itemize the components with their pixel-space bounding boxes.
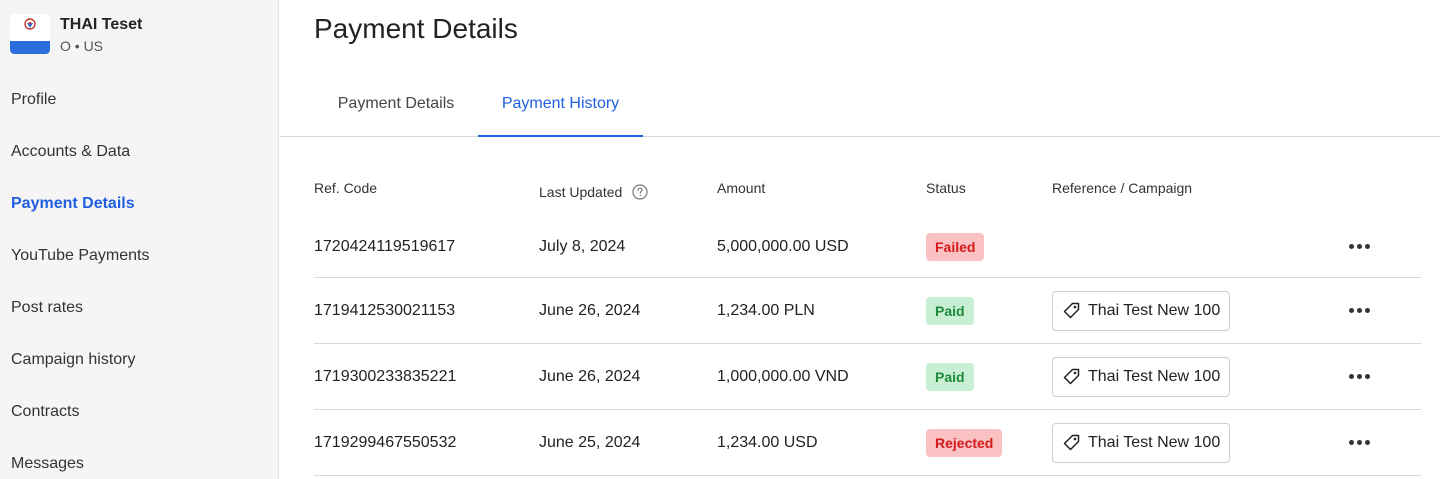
tab-payment-history[interactable]: Payment History	[478, 72, 643, 137]
brand-logo-icon	[24, 18, 36, 30]
row-actions	[1344, 278, 1374, 343]
campaign-name: Thai Test New 100	[1088, 367, 1221, 385]
tag-icon	[1063, 434, 1080, 450]
amount: 1,000,000.00 VND	[717, 367, 849, 385]
tag-icon	[1063, 368, 1080, 384]
header-amount: Amount	[717, 180, 765, 196]
sidebar: THAI Teset O • US Profile Accounts & Dat…	[0, 0, 279, 479]
sidebar-item-accounts-data[interactable]: Accounts & Data	[0, 126, 278, 178]
avatar	[10, 14, 50, 54]
ref-code: 1719299467550532	[314, 433, 457, 451]
help-circle-icon[interactable]	[632, 184, 648, 200]
status-cell: Rejected	[926, 410, 1003, 475]
header-ref-code: Ref. Code	[314, 180, 377, 196]
campaign-cell: Thai Test New 100	[1052, 344, 1231, 409]
more-horizontal-icon[interactable]	[1348, 308, 1370, 313]
header-status: Status	[926, 180, 966, 196]
sidebar-item-profile[interactable]: Profile	[0, 74, 278, 126]
tab-bar: Payment Details Payment History	[280, 72, 1440, 137]
more-horizontal-icon[interactable]	[1348, 244, 1370, 249]
header-ref-code-label: Ref. Code	[314, 180, 378, 196]
row-actions	[1344, 344, 1374, 409]
status-badge: Failed	[926, 232, 985, 261]
row-actions	[1344, 410, 1374, 475]
tag-icon	[1063, 302, 1080, 318]
status-badge: Rejected	[926, 428, 1003, 457]
table-row: 1720424119519617 July 8, 2024 5,000,000.…	[314, 216, 1421, 278]
amount: 1,234.00 PLN	[717, 301, 815, 319]
sidebar-item-youtube-payments[interactable]: YouTube Payments	[0, 230, 278, 282]
campaign-chip[interactable]: Thai Test New 100	[1052, 356, 1231, 397]
amount: 5,000,000.00 USD	[717, 237, 849, 255]
ref-code: 1719300233835221	[314, 367, 457, 385]
status-cell: Paid	[926, 344, 974, 409]
header-last-updated: Last Updated	[539, 184, 648, 200]
row-actions	[1344, 216, 1374, 277]
last-updated: June 26, 2024	[539, 301, 641, 319]
last-updated: June 25, 2024	[539, 433, 641, 451]
page-title: Payment Details	[314, 13, 518, 44]
sidebar-nav: Profile Accounts & Data Payment Details …	[0, 74, 278, 479]
campaign-cell: Thai Test New 100	[1052, 410, 1231, 475]
tab-payment-details[interactable]: Payment Details	[314, 72, 478, 136]
header-status-label: Status	[926, 180, 966, 196]
header-campaign-label: Reference / Campaign	[1052, 180, 1193, 196]
status-badge: Paid	[926, 362, 974, 391]
sidebar-item-messages[interactable]: Messages	[0, 438, 278, 479]
status-badge: Paid	[926, 296, 974, 325]
campaign-chip[interactable]: Thai Test New 100	[1052, 290, 1231, 331]
more-horizontal-icon[interactable]	[1348, 440, 1370, 445]
table-row: 1719299467550532 June 25, 2024 1,234.00 …	[314, 410, 1421, 476]
campaign-cell: Thai Test New 100	[1052, 278, 1231, 343]
table-row: 1719412530021153 June 26, 2024 1,234.00 …	[314, 278, 1421, 344]
profile-name: THAI Teset	[60, 16, 143, 33]
campaign-chip[interactable]: Thai Test New 100	[1052, 422, 1231, 463]
profile-header[interactable]: THAI Teset O • US	[10, 14, 142, 54]
profile-subtitle: O • US	[60, 38, 104, 54]
table-header: Ref. Code Last Updated Amount Status Ref…	[314, 160, 1421, 216]
last-updated: June 26, 2024	[539, 367, 641, 385]
campaign-name: Thai Test New 100	[1088, 433, 1221, 451]
status-cell: Failed	[926, 216, 985, 277]
last-updated: July 8, 2024	[539, 237, 626, 255]
sidebar-item-payment-details[interactable]: Payment Details	[0, 178, 278, 230]
status-cell: Paid	[926, 278, 974, 343]
sidebar-item-contracts[interactable]: Contracts	[0, 386, 278, 438]
ref-code: 1719412530021153	[314, 301, 456, 319]
payment-history-table: Ref. Code Last Updated Amount Status Ref…	[314, 160, 1421, 476]
header-amount-label: Amount	[717, 180, 766, 196]
more-horizontal-icon[interactable]	[1348, 374, 1370, 379]
header-last-updated-label: Last Updated	[539, 184, 623, 200]
amount: 1,234.00 USD	[717, 433, 818, 451]
table-row: 1719300233835221 June 26, 2024 1,000,000…	[314, 344, 1421, 410]
sidebar-item-campaign-history[interactable]: Campaign history	[0, 334, 278, 386]
ref-code: 1720424119519617	[314, 237, 456, 255]
campaign-name: Thai Test New 100	[1088, 301, 1221, 319]
sidebar-item-post-rates[interactable]: Post rates	[0, 282, 278, 334]
main-content: Payment Details Payment Details Payment …	[280, 0, 1440, 479]
header-campaign: Reference / Campaign	[1052, 180, 1192, 196]
